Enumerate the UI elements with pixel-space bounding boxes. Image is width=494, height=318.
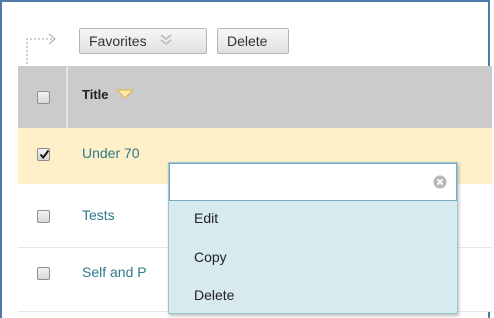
row-checkbox[interactable]: [37, 267, 50, 280]
menu-item-edit[interactable]: Edit: [194, 210, 218, 226]
favorites-button-label: Favorites: [89, 33, 147, 49]
item-link[interactable]: Self and P: [82, 264, 147, 280]
select-all-checkbox[interactable]: [37, 91, 50, 104]
item-link[interactable]: Under 70: [82, 145, 140, 161]
row-checkbox-checked[interactable]: [37, 148, 50, 161]
delete-button-label: Delete: [227, 33, 268, 49]
favorites-button[interactable]: Favorites: [79, 28, 207, 54]
delete-button[interactable]: Delete: [217, 28, 289, 54]
dotted-corner-arrow-icon: [26, 33, 56, 64]
title-column-header[interactable]: Title: [82, 87, 135, 102]
menu-item-copy[interactable]: Copy: [194, 249, 227, 265]
double-chevron-down-icon: [160, 34, 172, 46]
triangle-down-icon[interactable]: [116, 88, 135, 100]
title-column-label: Title: [82, 87, 109, 102]
row-checkbox[interactable]: [37, 210, 50, 223]
content-frame: Favorites Delete Title Under 70 Tests Se…: [0, 0, 492, 318]
menu-item-delete[interactable]: Delete: [194, 287, 234, 303]
menu-filter-box[interactable]: [169, 163, 457, 201]
header-column-divider: [66, 66, 68, 128]
item-link[interactable]: Tests: [82, 207, 115, 223]
checkmark-icon: [39, 149, 50, 160]
clear-circle-icon[interactable]: [433, 175, 447, 189]
context-menu: Edit Copy Delete: [168, 162, 458, 314]
menu-filter-input[interactable]: [174, 170, 418, 196]
